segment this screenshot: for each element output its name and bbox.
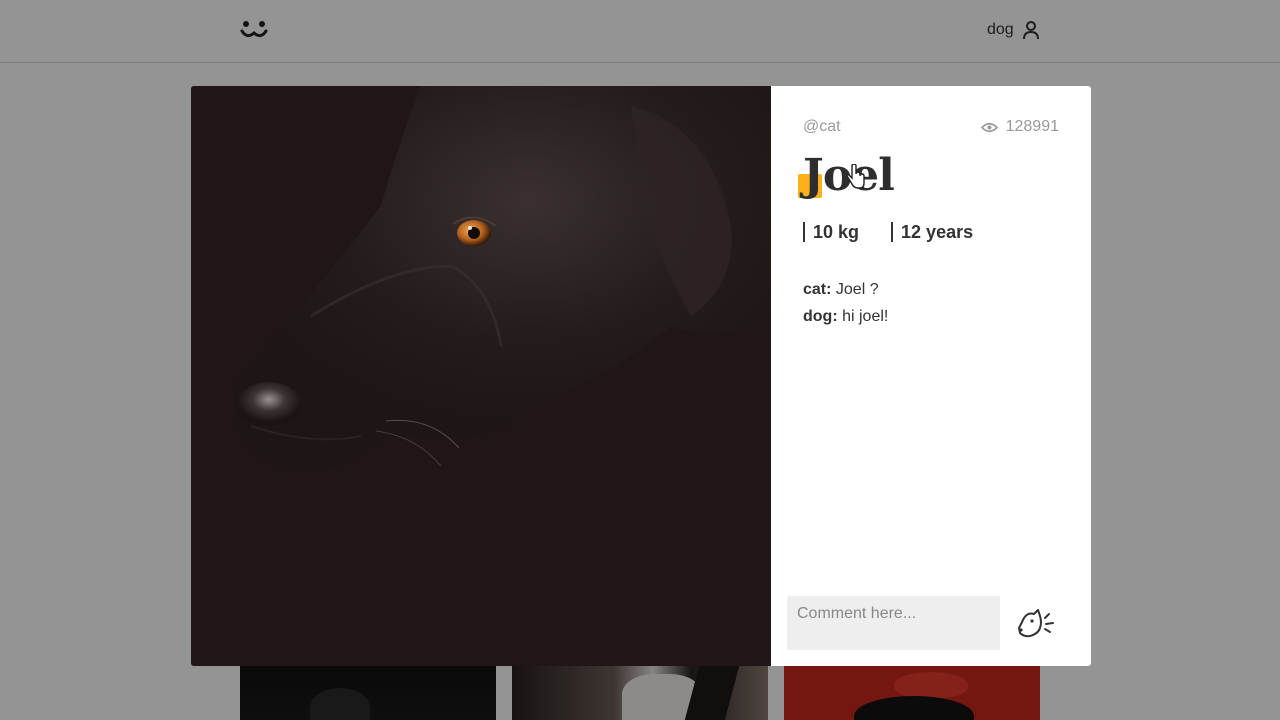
photo-details: @cat 128991 Joel 10 kg 12 years cat: Joe… — [771, 86, 1091, 666]
comment-list: cat: Joel ? dog: hi joel! — [803, 276, 1059, 330]
photo-title: Joel — [803, 150, 1059, 202]
comment-text: Joel ? — [831, 281, 879, 298]
photo-meta: @cat 128991 — [803, 118, 1059, 136]
comment-text: hi joel! — [837, 308, 889, 325]
photo-modal: @cat 128991 Joel 10 kg 12 years cat: Joe… — [191, 86, 1091, 666]
comment-item: cat: Joel ? — [803, 276, 1059, 303]
dog-bark-send-icon — [1018, 609, 1054, 638]
eye-icon — [980, 122, 998, 132]
title-block: Joel — [798, 150, 1059, 206]
comment-form — [787, 596, 1075, 650]
pet-weight: 10 kg — [803, 222, 859, 242]
dog-photo-illustration — [191, 86, 771, 666]
comment-input[interactable] — [787, 596, 1000, 650]
views-counter: 128991 — [980, 118, 1059, 136]
hand-pointer-icon — [846, 164, 865, 189]
pet-stats: 10 kg 12 years — [803, 222, 1059, 242]
pet-age: 12 years — [891, 222, 973, 242]
comment-author: dog: — [803, 308, 838, 325]
photo-image — [191, 86, 771, 666]
send-comment-button[interactable] — [1014, 603, 1058, 643]
comment-author: cat: — [803, 281, 832, 298]
author-link[interactable]: @cat — [803, 118, 841, 136]
views-count: 128991 — [1005, 118, 1059, 135]
comment-item: dog: hi joel! — [803, 303, 1059, 330]
